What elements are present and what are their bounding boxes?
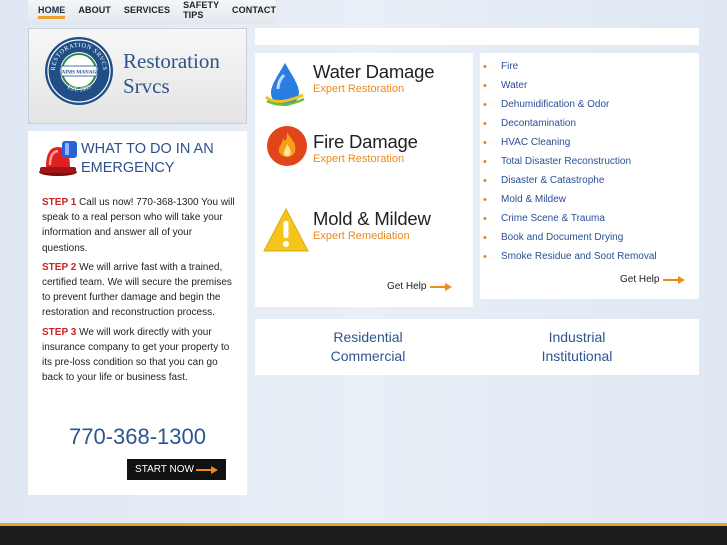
start-now-button[interactable]: START NOW xyxy=(127,459,226,480)
top-nav: HOME ABOUT SERVICES SAFETY TIPS CONTACT xyxy=(28,0,276,24)
service-title: Mold & Mildew xyxy=(313,208,431,229)
list-item[interactable]: HVAC Cleaning xyxy=(480,136,699,155)
step-2: STEP 2 We will arrive fast with a traine… xyxy=(42,260,240,321)
emergency-title: WHAT TO DO IN AN EMERGENCY xyxy=(81,141,214,176)
service-subtitle: Expert Restoration xyxy=(313,83,405,95)
water-drop-icon xyxy=(264,63,305,106)
arrow-right-icon xyxy=(430,282,453,291)
get-help-label: Get Help xyxy=(387,281,427,292)
step-label: STEP 1 xyxy=(42,197,77,208)
emergency-panel: WHAT TO DO IN AN EMERGENCY STEP 1 Call u… xyxy=(28,131,247,495)
siren-icon xyxy=(39,141,77,176)
list-item[interactable]: Dehumidification & Odor xyxy=(480,98,699,117)
markets-panel: Residential Commercial Industrial Instit… xyxy=(255,319,699,375)
markets-right: Industrial Institutional xyxy=(522,328,632,366)
list-item[interactable]: Decontamination xyxy=(480,117,699,136)
market-commercial[interactable]: Commercial xyxy=(313,347,423,366)
nav-about[interactable]: ABOUT xyxy=(78,5,111,15)
get-help-label: Get Help xyxy=(620,274,660,285)
service-title: Water Damage xyxy=(313,61,435,82)
service-list: Fire Water Dehumidification & Odor Decon… xyxy=(480,60,699,269)
flame-icon xyxy=(267,126,307,166)
brand-line-1: Restoration xyxy=(123,49,220,73)
warning-icon xyxy=(263,207,309,252)
footer xyxy=(0,526,727,545)
nav-services[interactable]: SERVICES xyxy=(124,5,170,15)
step-1: STEP 1 Call us now! 770-368-1300 You wil… xyxy=(42,195,240,256)
arrow-right-icon xyxy=(663,275,686,284)
claims-manager-seal-icon: RESTORATION SRVCS EST. 1995 CLAIMS MANAG… xyxy=(45,37,113,105)
market-institutional[interactable]: Institutional xyxy=(522,347,632,366)
steps-list: STEP 1 Call us now! 770-368-1300 You wil… xyxy=(42,195,240,389)
list-item[interactable]: Mold & Mildew xyxy=(480,193,699,212)
list-item[interactable]: Crime Scene & Trauma xyxy=(480,212,699,231)
service-list-panel: Fire Water Dehumidification & Odor Decon… xyxy=(480,53,699,299)
nav-safety-tips[interactable]: SAFETY TIPS xyxy=(183,0,219,20)
market-residential[interactable]: Residential xyxy=(313,328,423,347)
list-item[interactable]: Fire xyxy=(480,60,699,79)
service-subtitle: Expert Restoration xyxy=(313,153,405,165)
arrow-right-icon xyxy=(195,465,218,474)
logo-panel[interactable]: RESTORATION SRVCS EST. 1995 CLAIMS MANAG… xyxy=(28,28,247,124)
list-item[interactable]: Book and Document Drying xyxy=(480,231,699,250)
services-panel: Water Damage Expert Restoration Fire Dam… xyxy=(255,53,473,307)
list-item[interactable]: Total Disaster Reconstruction xyxy=(480,155,699,174)
brand-name: Restoration Srvcs xyxy=(123,49,220,99)
seal-mid-text: CLAIMS MANAGER xyxy=(54,70,104,76)
step-label: STEP 3 xyxy=(42,326,77,338)
nav-contact[interactable]: CONTACT xyxy=(232,5,276,15)
phone-number[interactable]: 770-368-1300 xyxy=(28,424,247,450)
step-3: STEP 3 We will work directly with your i… xyxy=(42,325,240,386)
market-industrial[interactable]: Industrial xyxy=(522,328,632,347)
start-now-label: START NOW xyxy=(135,464,194,475)
get-help-link-services[interactable]: Get Help xyxy=(387,281,453,292)
markets-left: Residential Commercial xyxy=(313,328,423,366)
service-subtitle: Expert Remediation xyxy=(313,230,410,242)
nav-home[interactable]: HOME xyxy=(38,5,66,19)
list-item[interactable]: Smoke Residue and Soot Removal xyxy=(480,250,699,269)
brand-line-2: Srvcs xyxy=(123,74,170,98)
step-label: STEP 2 xyxy=(42,261,77,273)
list-item[interactable]: Disaster & Catastrophe xyxy=(480,174,699,193)
banner-strip xyxy=(255,28,699,45)
service-title: Fire Damage xyxy=(313,131,418,152)
get-help-link-list[interactable]: Get Help xyxy=(620,274,686,285)
list-item[interactable]: Water xyxy=(480,79,699,98)
